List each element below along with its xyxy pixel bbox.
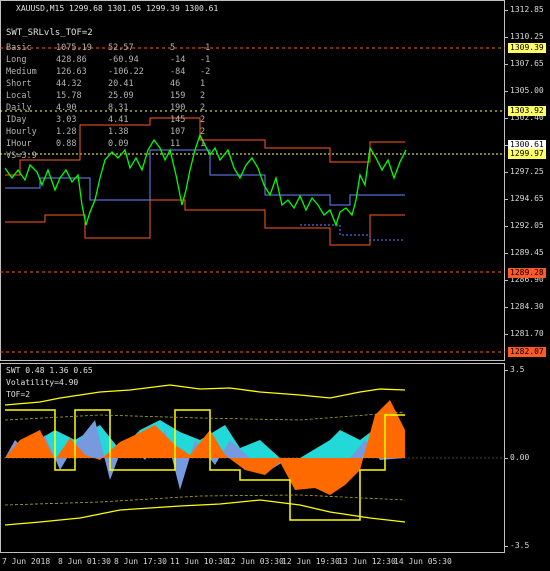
time-tick: 12 Jun 19:30 [282, 557, 340, 566]
time-tick: 14 Jun 05:30 [394, 557, 452, 566]
price-level-tag: 1303.92 [508, 106, 546, 116]
time-tick: 12 Jun 03:30 [226, 557, 284, 566]
price-level-tag: 1309.39 [508, 43, 546, 53]
price-tick: 1305.00 [505, 86, 544, 95]
time-tick: 8 Jun 17:30 [114, 557, 167, 566]
price-tick: 1294.65 [505, 194, 544, 203]
price-tick: 1281.70 [505, 329, 544, 338]
price-tick: 1312.85 [505, 5, 544, 14]
oscillator-drawing [0, 384, 505, 526]
time-tick: 13 Jun 12:30 [338, 557, 396, 566]
price-level-tag: 1289.28 [508, 268, 546, 278]
volatility-label: Volatility=4.90 [6, 378, 79, 387]
osc-lower-envelope [4, 499, 406, 526]
osc-upper-envelope [4, 384, 406, 406]
oscillator-axis: 3.5 0.00 -3.5 [504, 363, 550, 553]
time-tick: 8 Jun 01:30 [58, 557, 111, 566]
osc-title: SWT 0.48 1.36 0.65 [6, 366, 93, 375]
osc-dashed-upper [4, 411, 406, 421]
price-level-tag: 1282.07 [508, 347, 546, 357]
osc-tick-zero: 0.00 [504, 453, 530, 462]
price-tick: 1307.65 [505, 59, 544, 68]
time-tick: 11 Jun 10:30 [170, 557, 228, 566]
price-tick: 1284.30 [505, 302, 544, 311]
price-tick: 1292.05 [505, 221, 544, 230]
price-tick: 1310.25 [505, 32, 544, 41]
price-level-tag: 1299.97 [508, 149, 546, 159]
tof-label: TOF=2 [6, 390, 31, 399]
osc-tick-top: 3.5 [504, 365, 525, 374]
osc-tick-bottom: -3.5 [504, 541, 530, 550]
price-tick: 1289.45 [505, 248, 544, 257]
osc-dashed-lower [4, 494, 406, 506]
price-tick: 1297.25 [505, 167, 544, 176]
price-axis: 1312.851310.251307.651305.001302.401299.… [505, 0, 550, 361]
time-tick: 7 Jun 2018 [2, 557, 51, 566]
